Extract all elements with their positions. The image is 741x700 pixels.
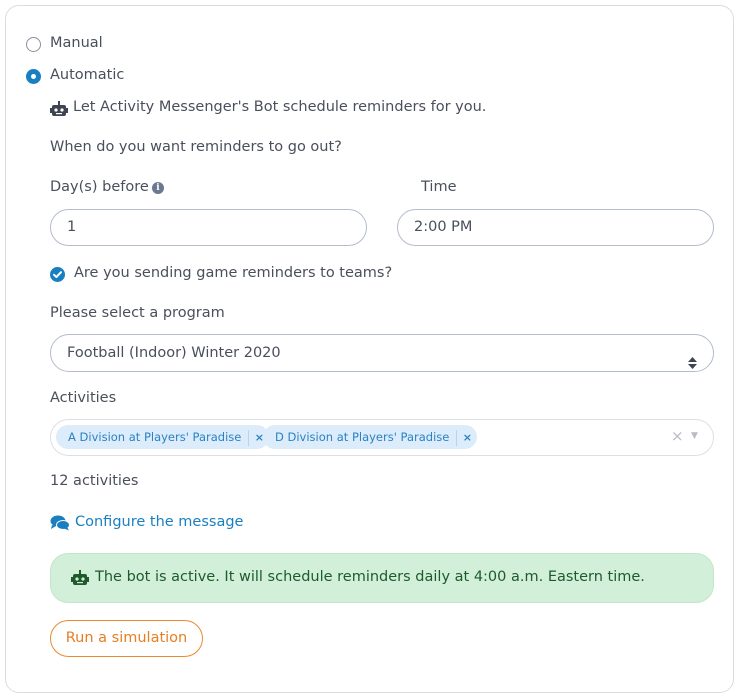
time-label: Time xyxy=(421,179,457,195)
activities-label: Activities xyxy=(50,390,117,406)
bot-intro-text: Let Activity Messenger's Bot schedule re… xyxy=(73,99,487,115)
manual-radio-label[interactable]: Manual xyxy=(50,35,103,51)
clear-selection-icon[interactable]: × xyxy=(671,427,684,445)
robot-icon xyxy=(50,101,68,121)
check-icon xyxy=(53,271,62,278)
bot-status-text: The bot is active. It will schedule remi… xyxy=(95,569,645,585)
program-label: Please select a program xyxy=(50,305,225,321)
schedule-question: When do you want reminders to go out? xyxy=(50,139,342,155)
bot-status-alert: The bot is active. It will schedule remi… xyxy=(50,553,714,603)
configure-message-link[interactable]: Configure the message xyxy=(75,514,243,530)
time-input[interactable]: 2:00 PM xyxy=(397,209,714,246)
activity-chip-label: A Division at Players' Paradise xyxy=(68,430,242,444)
dropdown-arrow-icon[interactable]: ▼ xyxy=(691,431,698,441)
robot-icon xyxy=(71,570,89,590)
sort-icon xyxy=(688,347,697,383)
activity-chip: A Division at Players' Paradise × xyxy=(56,425,270,449)
activity-chip: D Division at Players' Paradise × xyxy=(263,425,478,450)
game-reminders-checkbox[interactable] xyxy=(50,267,65,282)
activity-chip-label: D Division at Players' Paradise xyxy=(275,430,450,444)
comments-icon xyxy=(50,515,70,535)
automatic-radio[interactable] xyxy=(26,69,41,84)
remove-chip-icon[interactable]: × xyxy=(457,426,477,450)
run-simulation-button[interactable]: Run a simulation xyxy=(50,620,203,657)
automatic-radio-label[interactable]: Automatic xyxy=(50,67,124,83)
manual-radio[interactable] xyxy=(26,37,41,52)
activities-count: 12 activities xyxy=(50,473,139,489)
game-reminders-label[interactable]: Are you sending game reminders to teams? xyxy=(74,265,392,281)
days-before-input[interactable]: 1 xyxy=(50,209,367,246)
days-before-label: Day(s) before xyxy=(50,179,149,195)
info-circle-icon[interactable]: i xyxy=(152,182,164,194)
program-selected-value: Football (Indoor) Winter 2020 xyxy=(67,345,281,361)
program-select[interactable]: Football (Indoor) Winter 2020 xyxy=(50,334,714,372)
